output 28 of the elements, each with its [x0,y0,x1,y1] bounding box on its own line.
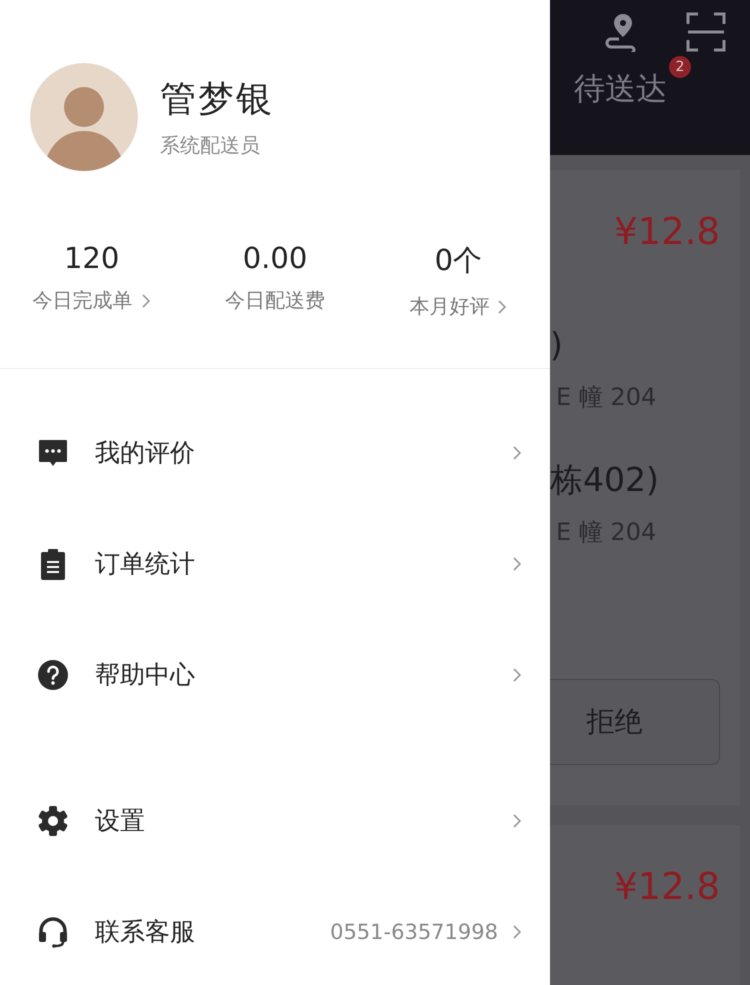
order-price: ¥12.8 [614,865,720,908]
menu-item[interactable]: 设置 [0,765,550,876]
scan-icon[interactable] [686,12,726,52]
user-name: 管梦银 [160,78,274,122]
chevron-icon [512,556,522,570]
chevron-icon [512,446,522,460]
menu-item[interactable]: 订单统计 [0,508,550,619]
stat-value: 0个 [434,242,482,279]
menu-item[interactable]: 我的评价 [0,397,550,508]
order-title: ) [550,328,564,361]
chevron-icon [512,814,522,828]
order-price: ¥12.8 [614,210,720,253]
stat-label[interactable]: 本月好评 [409,293,508,320]
count-badge: 2 [669,56,691,78]
help-icon [37,658,69,690]
settings-icon [37,804,69,836]
menu-item[interactable]: 帮助中心 [0,619,550,730]
chevron-icon [512,668,522,682]
stat-value: 0.00 [242,241,308,275]
headset-icon [37,916,69,948]
menu-item[interactable]: 联系客服 0551-63571998 [0,876,550,985]
stat-value: 120 [64,241,120,275]
chevron-icon [512,924,522,938]
chevron-icon [497,300,508,314]
stat-label[interactable]: 今日配送费 [224,287,325,314]
stat-label[interactable]: 今日完成单 [32,287,151,314]
chevron-icon [140,294,151,308]
user-role: 系统配送员 [160,132,261,159]
